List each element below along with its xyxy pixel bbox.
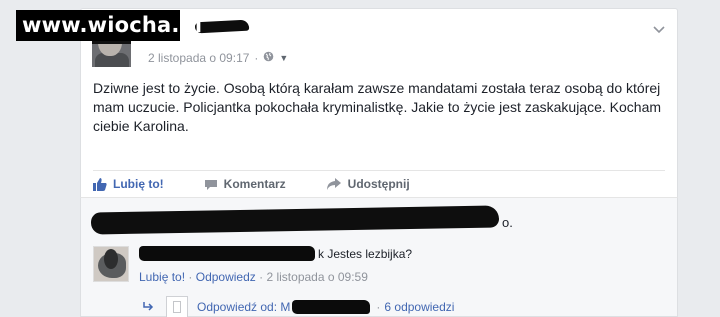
comment-bubble-icon [204,179,218,190]
replies-summary[interactable]: Odpowiedź od: M · 6 odpowiedzi [143,296,454,317]
commenter-avatar[interactable] [93,246,129,282]
comment-text: k Jestes lezbijka? [318,247,412,261]
post-actions: Lubię to! Komentarz Udostępnij [93,175,410,193]
redacted-trailing-text: o. [502,215,513,230]
comment-reply-link[interactable]: Odpowiedz [196,270,256,284]
globe-icon[interactable] [263,51,274,65]
post-options-chevron-icon[interactable] [653,21,665,37]
comment-actions: Lubię to! · Odpowiedz · 2 listopada o 09… [139,270,368,284]
redacted-text-scribble [90,205,500,235]
share-arrow-icon [326,178,342,190]
reply-author-redacted [292,300,371,314]
thumbs-up-icon [93,177,107,191]
privacy-caret-icon[interactable]: ▼ [279,53,288,63]
reply-avatar-placeholder-icon [166,296,188,317]
meta-separator: · [254,51,259,65]
comment-action-separator: · [188,270,193,284]
post-timestamp[interactable]: 2 listopada o 09:17 [148,51,249,65]
comment-label: Komentarz [223,177,286,191]
like-button[interactable]: Lubię to! [93,175,164,193]
reply-arrow-icon [143,300,154,314]
action-divider [93,170,665,171]
reply-summary-separator: · [376,300,381,314]
comment-timestamp[interactable]: 2 listopada o 09:59 [266,270,367,284]
replies-author-link[interactable]: Odpowiedź od: M [197,300,290,314]
share-label: Udostępnij [347,177,410,191]
commenter-name-suffix[interactable]: k [318,247,324,261]
watermark: www.wiocha.pl [16,10,202,41]
share-button[interactable]: Udostępnij [326,175,410,193]
comments-section: o. k Jestes lezbijka? Lubię to! · Odpowi… [80,197,678,317]
post-meta: 2 listopada o 09:17 · ▼ [148,51,288,65]
comment-like-link[interactable]: Lubię to! [139,270,185,284]
comment-action-separator-2: · [259,270,264,284]
comment-body: Jestes lezbijka? [327,247,413,261]
commenter-name-redacted[interactable] [139,246,315,261]
comment-button[interactable]: Komentarz [204,175,286,193]
like-label: Lubię to! [113,177,164,191]
replies-count-link[interactable]: 6 odpowiedzi [384,300,454,314]
post-text: Dziwne jest to życie. Osobą którą karała… [93,80,662,134]
